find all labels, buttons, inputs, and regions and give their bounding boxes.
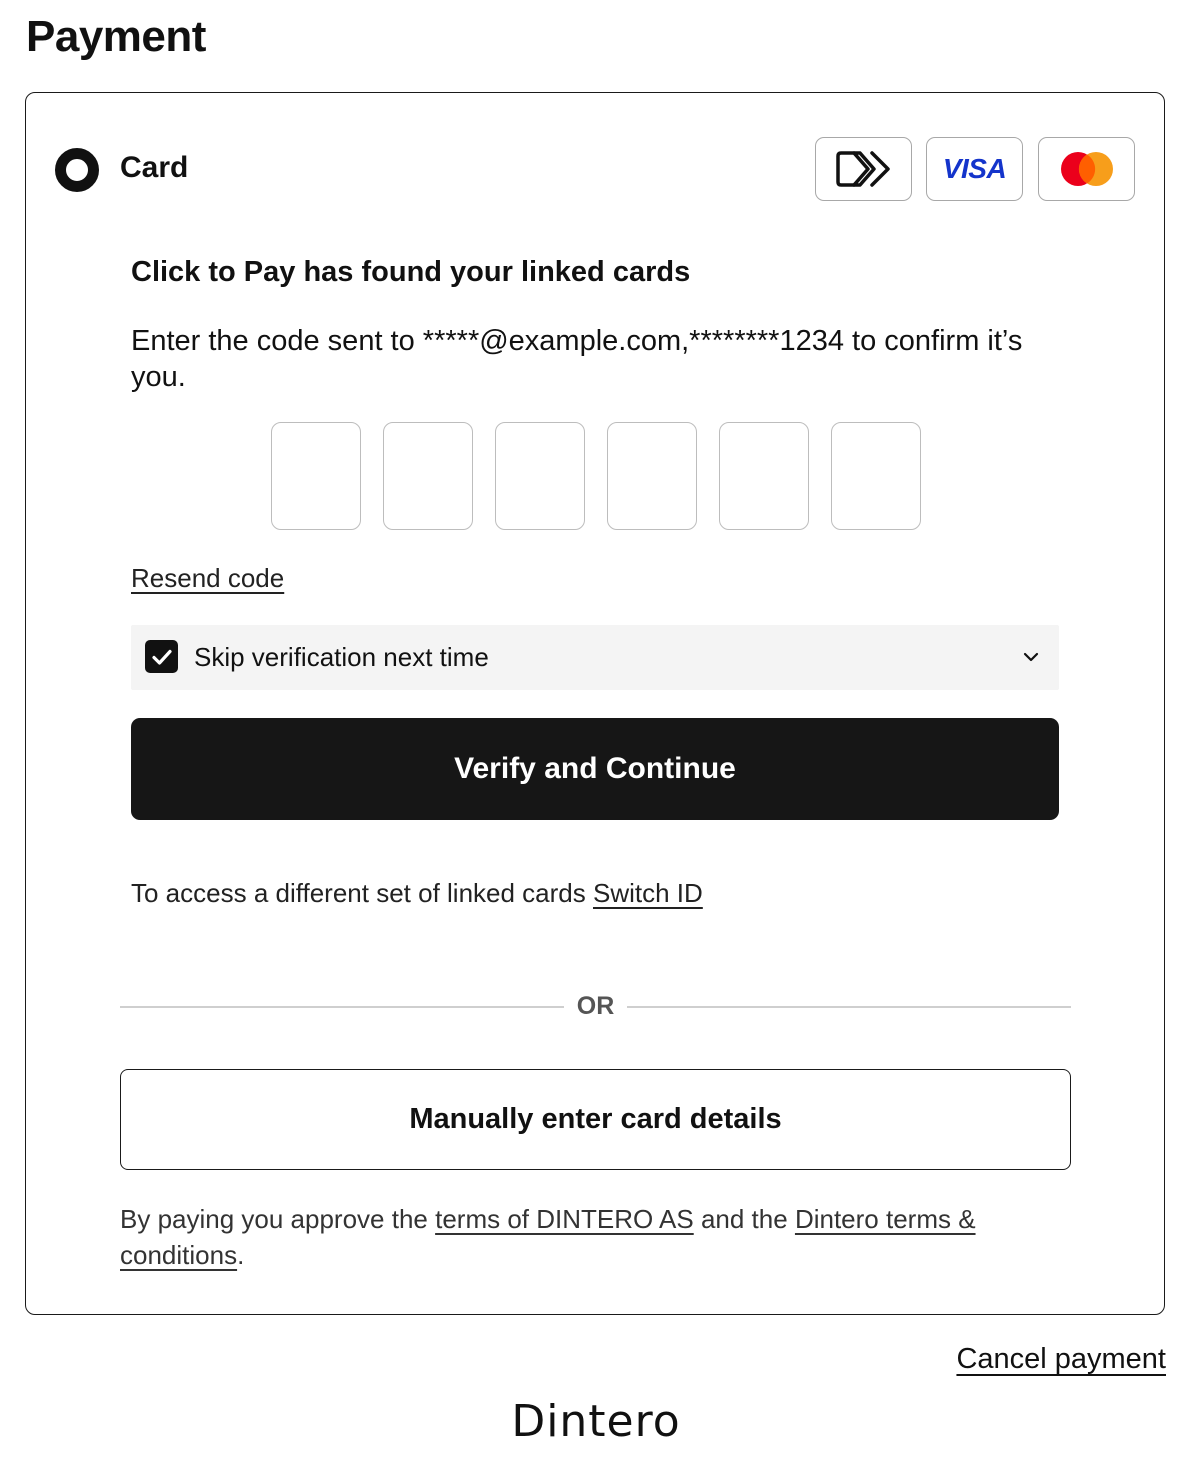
visa-badge: VISA	[926, 137, 1023, 201]
terms-text: By paying you approve the terms of DINTE…	[120, 1201, 1060, 1273]
dintero-logo: Dintero	[511, 1396, 681, 1447]
terms-suffix: .	[237, 1240, 245, 1270]
otp-input-group	[271, 422, 921, 530]
visa-logo: VISA	[942, 153, 1007, 184]
divider-right	[627, 1006, 1071, 1008]
skip-verification-label: Skip verification next time	[194, 642, 489, 672]
payment-method-label[interactable]: Card	[120, 151, 188, 185]
card-radio-button[interactable]	[55, 148, 99, 192]
verification-heading: Click to Pay has found your linked cards	[131, 256, 691, 288]
click-to-pay-icon	[835, 151, 890, 187]
switch-id-text: To access a different set of linked card…	[131, 878, 703, 909]
cancel-payment-link[interactable]: Cancel payment	[956, 1343, 1166, 1376]
divider-or-label: OR	[576, 992, 615, 1020]
divider-left	[120, 1006, 564, 1008]
resend-code-link[interactable]: Resend code	[131, 563, 284, 594]
manual-card-entry-button[interactable]: Manually enter card details	[120, 1069, 1071, 1170]
terms-middle: and the	[700, 1204, 788, 1234]
otp-digit-6[interactable]	[831, 422, 921, 530]
mastercard-badge	[1038, 137, 1135, 201]
switch-id-link[interactable]: Switch ID	[593, 878, 703, 908]
verify-and-continue-button[interactable]: Verify and Continue	[131, 718, 1059, 820]
click-to-pay-badge	[815, 137, 912, 201]
chevron-down-icon[interactable]	[1019, 645, 1043, 669]
skip-verification-row[interactable]: Skip verification next time	[131, 625, 1059, 690]
terms-dintero-as-link[interactable]: terms of DINTERO AS	[435, 1204, 694, 1234]
otp-digit-2[interactable]	[383, 422, 473, 530]
terms-prefix: By paying you approve the	[120, 1204, 428, 1234]
otp-digit-3[interactable]	[495, 422, 585, 530]
otp-digit-5[interactable]	[719, 422, 809, 530]
otp-digit-1[interactable]	[271, 422, 361, 530]
switch-id-prefix: To access a different set of linked card…	[131, 878, 586, 908]
payment-method-panel: Card VISA Click to Pay has found your li…	[25, 92, 1165, 1315]
otp-digit-4[interactable]	[607, 422, 697, 530]
verification-description: Enter the code sent to *****@example.com…	[131, 325, 1023, 393]
mastercard-icon	[1060, 152, 1113, 186]
skip-verification-checkbox[interactable]	[145, 640, 178, 673]
checkmark-icon	[151, 649, 172, 665]
page-title: Payment	[26, 12, 206, 61]
